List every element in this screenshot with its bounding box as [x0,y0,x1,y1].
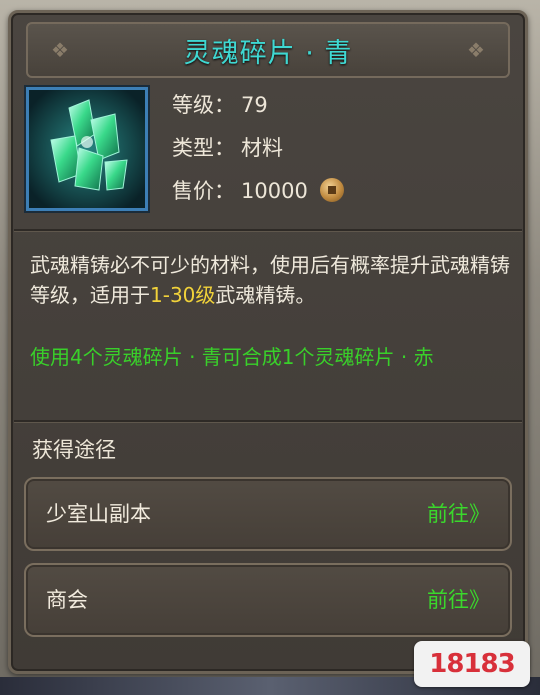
description-text-end: 武魂精铸。 [215,283,316,307]
item-title: 灵魂碎片 · 青 [183,37,353,69]
goto-button[interactable]: 前往》 [427,479,490,549]
green-crystal-shard-icon [26,87,148,211]
source-item-shanghui[interactable]: 商会 前往》 [24,563,512,637]
combine-hint: 使用4个灵魂碎片 · 青可合成1个灵魂碎片 · 赤 [30,345,434,369]
source-name: 少室山副本 [46,502,151,526]
stat-price-value: 10000 [241,179,308,203]
goto-button[interactable]: 前往》 [427,565,490,635]
stat-type-value: 材料 [241,136,283,160]
source-item-shaoshishan[interactable]: 少室山副本 前往》 [24,477,512,551]
watermark-logo: 18183 [414,641,530,687]
stat-type-label: 类型： [172,136,235,160]
stat-type: 类型： 材料 [172,133,283,163]
stat-price: 售价： 10000 [172,176,344,206]
item-description: 武魂精铸必不可少的材料，使用后有概率提升武魂精铸等级，适用于1-30级武魂精铸。 [30,250,510,310]
stat-level-value: 79 [241,93,268,117]
stat-price-label: 售价： [172,179,235,203]
title-bar: ❖ 灵魂碎片 · 青 ❖ [26,22,510,78]
copper-coin-icon [319,178,344,202]
ornament-icon: ❖ [467,38,485,62]
watermark-text: 18183 [429,649,515,679]
source-name: 商会 [46,588,88,612]
stat-level: 等级： 79 [172,90,268,120]
sources-title: 获得途径 [32,438,116,462]
divider [14,420,522,423]
game-scene: ❖ 灵魂碎片 · 青 ❖ 等级： 79 类型： 材料 售价： 10000 武魂精… [0,0,540,695]
divider [14,229,522,232]
ornament-icon: ❖ [51,38,69,62]
stat-level-label: 等级： [172,93,235,117]
description-level-range: 1-30级 [150,283,216,307]
crystal-shard-graphic [29,90,145,208]
